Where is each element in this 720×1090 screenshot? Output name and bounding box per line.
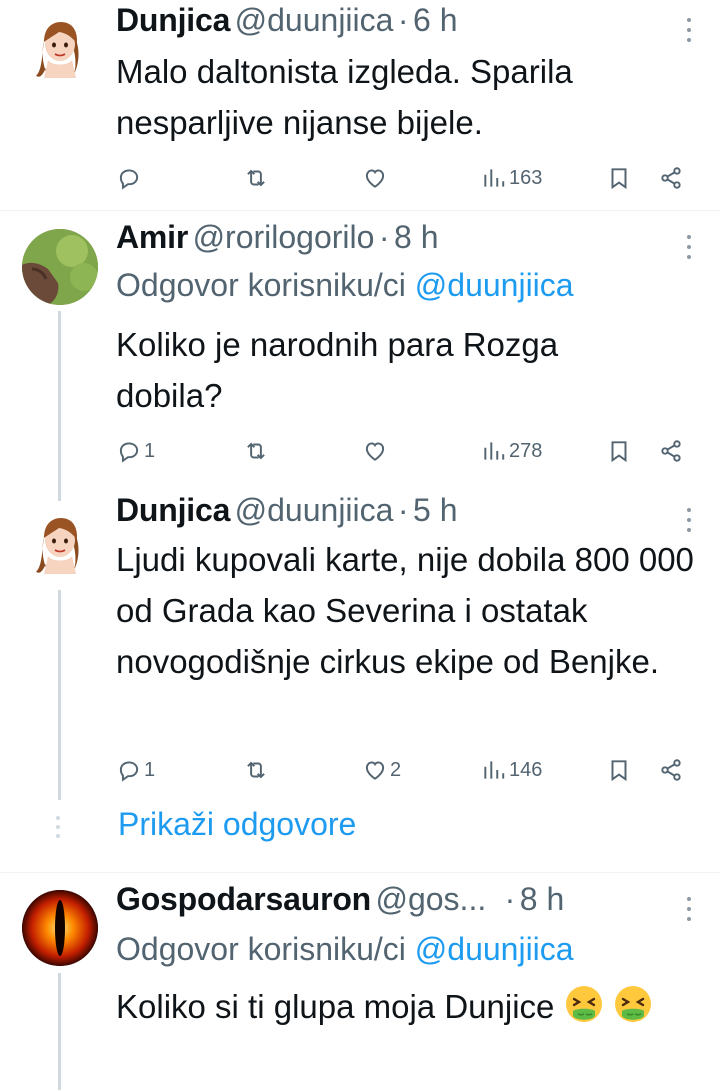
action-bar: 163 [116, 160, 696, 196]
show-replies-link[interactable]: Prikaži odgovore [118, 806, 356, 843]
reply-button[interactable]: 1 [116, 752, 155, 788]
avatar[interactable] [22, 890, 98, 966]
views-button[interactable]: 163 [481, 160, 542, 196]
thread-continuation-dots [56, 816, 60, 843]
more-icon[interactable] [686, 235, 692, 265]
separator-dot: · [397, 492, 409, 528]
reply-icon [116, 757, 142, 783]
user-handle[interactable]: @duunjiica [235, 492, 394, 528]
views-button[interactable]: 146 [481, 752, 542, 788]
action-bar: 1 2 146 [116, 752, 696, 788]
share-button[interactable] [658, 752, 684, 788]
display-name[interactable]: Amir [116, 219, 188, 255]
avatar[interactable] [22, 10, 98, 86]
views-icon [481, 757, 507, 783]
mention-link[interactable]: @duunjiica [415, 267, 574, 303]
views-icon [481, 438, 507, 464]
user-handle[interactable]: @duunjiica [235, 2, 394, 38]
views-count: 163 [509, 166, 543, 189]
reply-button[interactable] [116, 160, 144, 196]
bookmark-icon [606, 438, 632, 464]
like-icon [362, 438, 388, 464]
more-icon[interactable] [686, 897, 692, 927]
avatar-illustration [36, 518, 79, 574]
bookmark-button[interactable] [606, 433, 632, 469]
tweet-3[interactable]: Dunjica @duunjiica · 5 h Ljudi kupovali … [0, 490, 720, 800]
share-icon [658, 438, 684, 464]
tweet-header: Dunjica @duunjiica · 6 h [116, 2, 664, 50]
retweet-icon [243, 438, 269, 464]
display-name[interactable]: Dunjica [116, 492, 230, 528]
like-button[interactable]: 2 [362, 752, 401, 788]
thread-line [58, 311, 61, 501]
reply-prefix: Odgovor korisniku/ci [116, 267, 406, 303]
separator-dot: · [397, 2, 409, 38]
tweet-header: Amir @rorilogorilo · 8 h [116, 219, 664, 267]
retweet-icon [243, 757, 269, 783]
like-icon [362, 757, 388, 783]
separator-dot: · [378, 219, 390, 255]
like-button[interactable] [362, 160, 388, 196]
bookmark-button[interactable] [606, 752, 632, 788]
reply-context: Odgovor korisniku/ci @duunjiica [116, 267, 574, 304]
display-name[interactable]: Dunjica [116, 2, 230, 38]
tweet-2[interactable]: Amir @rorilogorilo · 8 h Odgovor korisni… [0, 211, 720, 501]
avatar[interactable] [22, 229, 98, 305]
mention-link[interactable]: @duunjiica [415, 931, 574, 967]
nauseated-face-emoji [613, 984, 653, 1024]
retweet-icon [243, 165, 269, 191]
like-icon [362, 165, 388, 191]
tweet-text: Malo daltonista izgleda. Sparila nesparl… [116, 53, 573, 141]
share-icon [658, 165, 684, 191]
reply-icon [116, 165, 142, 191]
nauseated-face-emoji [564, 984, 604, 1024]
tweet-header: Dunjica @duunjiica · 5 h [116, 492, 664, 540]
reply-button[interactable]: 1 [116, 433, 155, 469]
avatar[interactable] [22, 506, 98, 582]
separator-dot: · [504, 881, 516, 917]
more-icon[interactable] [686, 18, 692, 48]
like-button[interactable] [362, 433, 388, 469]
bookmark-button[interactable] [606, 160, 632, 196]
views-icon [481, 165, 507, 191]
tweet-text: Koliko je narodnih para Rozga dobila? [116, 326, 559, 414]
timestamp[interactable]: 6 h [413, 2, 457, 38]
avatar-photo [22, 229, 98, 305]
avatar-eye-of-sauron [22, 890, 98, 966]
views-count: 146 [509, 758, 543, 781]
timestamp[interactable]: 8 h [394, 219, 438, 255]
views-count: 278 [509, 439, 543, 462]
retweet-button[interactable] [243, 160, 269, 196]
thread-line [58, 973, 61, 1090]
reply-prefix: Odgovor korisniku/ci [116, 931, 406, 967]
action-bar: 1 278 [116, 433, 696, 469]
reply-count: 1 [144, 439, 156, 462]
thread-line [58, 590, 61, 800]
tweet-body: Koliko si ti glupa moja Dunjice [116, 981, 700, 1032]
timestamp[interactable]: 8 h [520, 881, 564, 917]
display-name[interactable]: Gospodarsauron [116, 881, 371, 917]
tweet-header: Gospodarsauron @gos... · 8 h [116, 881, 664, 929]
views-button[interactable]: 278 [481, 433, 542, 469]
timestamp[interactable]: 5 h [413, 492, 457, 528]
tweet-text: Koliko si ti glupa moja Dunjice [116, 988, 555, 1025]
avatar-illustration [36, 22, 79, 78]
retweet-button[interactable] [243, 752, 269, 788]
tweet-1[interactable]: Dunjica @duunjiica · 6 h Malo daltonista… [0, 0, 720, 210]
reply-context: Odgovor korisniku/ci @duunjiica [116, 931, 574, 968]
retweet-button[interactable] [243, 433, 269, 469]
bookmark-icon [606, 757, 632, 783]
reply-count: 1 [144, 758, 156, 781]
reply-icon [116, 438, 142, 464]
tweet-text: Ljudi kupovali karte, nije dobila 800 00… [116, 541, 694, 680]
user-handle[interactable]: @rorilogorilo [193, 219, 375, 255]
user-handle[interactable]: @gos... [375, 881, 486, 917]
tweet-4[interactable]: Gospodarsauron @gos... · 8 h Odgovor kor… [0, 873, 720, 1090]
bookmark-icon [606, 165, 632, 191]
share-button[interactable] [658, 160, 684, 196]
share-icon [658, 757, 684, 783]
like-count: 2 [390, 758, 402, 781]
share-button[interactable] [658, 433, 684, 469]
